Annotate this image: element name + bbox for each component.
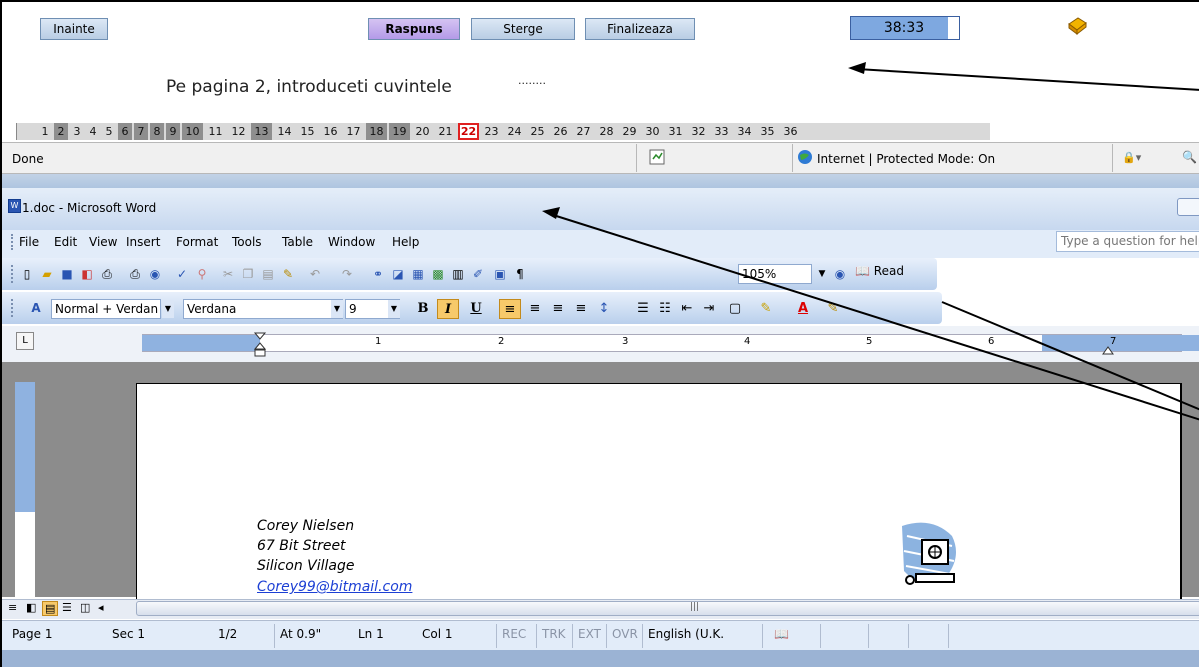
annotation-arrows — [542, 62, 1199, 421]
